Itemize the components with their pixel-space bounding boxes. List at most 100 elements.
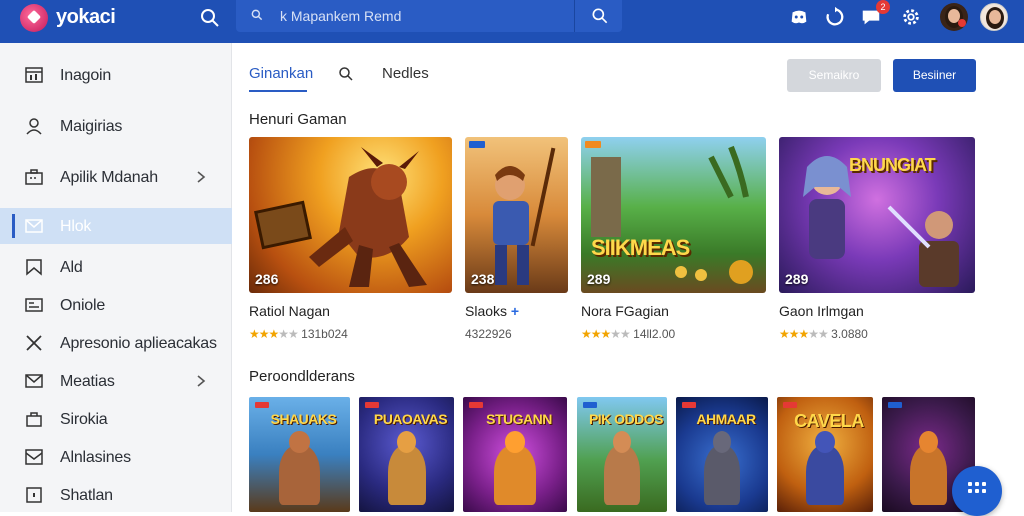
sidebar-item-shatlan[interactable]: Shatlan (0, 477, 232, 513)
grid-dot (982, 482, 986, 486)
primary-button[interactable]: Besiiner (893, 59, 976, 92)
game-tile[interactable]: STUGANN (463, 397, 567, 512)
settings-gear-icon[interactable] (900, 6, 922, 28)
game-tile[interactable]: PIK ODDOS (577, 397, 667, 512)
card-rating: ★★★★★ 14ll2.00 (581, 327, 675, 341)
sidebar: Inagoin Maigirias Apilik Mdanah Hlok Ald… (0, 43, 232, 512)
secondary-button[interactable]: Semaikro (787, 59, 881, 92)
card-rating: ★★★★★ 3.0880 (779, 327, 868, 341)
card-title[interactable]: Gaon Irlmgan (779, 303, 864, 319)
game-art (591, 145, 753, 284)
user-avatar[interactable] (940, 3, 968, 31)
app-brand[interactable]: yokaci (56, 6, 116, 29)
card-icon (25, 298, 43, 312)
square-icon (26, 487, 42, 503)
tile-tag (888, 402, 902, 408)
sidebar-item-label: Apresonio aplieacakas (60, 335, 217, 352)
rating-stars-icon: ★★★★★ (779, 327, 829, 341)
sidebar-item-label: Meatias (60, 373, 115, 390)
game-card[interactable]: 238 (465, 137, 568, 293)
dashboard-icon (25, 67, 43, 83)
card-title[interactable]: Ratiol Nagan (249, 303, 330, 319)
discord-icon[interactable] (788, 6, 810, 28)
rating-text: 131b024 (301, 327, 348, 341)
game-tile[interactable]: CAVELA (777, 397, 873, 512)
user-icon (26, 118, 42, 135)
sidebar-item-label: Hlok (60, 218, 92, 235)
search-bar[interactable]: k Mapankem Remd (236, 0, 622, 32)
plus-icon[interactable]: + (511, 303, 519, 319)
tile-tag (783, 402, 797, 408)
card-count: 289 (785, 271, 809, 287)
sidebar-item-inagoin[interactable]: Inagoin (0, 57, 232, 93)
inbox-icon (25, 449, 43, 465)
grid-dot (982, 489, 986, 493)
card-title[interactable]: Nora FGagian (581, 303, 669, 319)
tab-nedles[interactable]: Nedles (382, 65, 429, 82)
search-icon[interactable] (198, 6, 222, 30)
chevron-right-icon (197, 171, 206, 183)
search-field-icon (251, 9, 263, 21)
sidebar-item-label: Ald (60, 259, 83, 276)
rating-text: 4322926 (465, 327, 512, 341)
tile-title: STUGANN (486, 411, 552, 427)
tile-character (279, 445, 320, 505)
search-divider (574, 0, 575, 32)
rating-text: 3.0880 (831, 327, 868, 341)
grid-dot (968, 489, 972, 493)
tile-character (703, 445, 741, 505)
sidebar-item-apilik[interactable]: Apilik Mdanah (0, 159, 232, 195)
envelope-icon (25, 374, 43, 388)
game-art (493, 147, 556, 285)
game-tile[interactable]: PUAOAVAS (359, 397, 454, 512)
active-tab-indicator (249, 90, 307, 92)
section-title-recommended: Peroondlderans (249, 368, 355, 385)
sidebar-item-label: Maigirias (60, 118, 123, 135)
tile-tag (365, 402, 379, 408)
card-rating: ★★★★★ 131b024 (249, 327, 348, 341)
sidebar-item-maigirias[interactable]: Maigirias (0, 108, 232, 144)
game-art (254, 147, 427, 287)
game-card[interactable]: 286 (249, 137, 452, 293)
section-title-featured: Henuri Gaman (249, 111, 347, 128)
rating-stars-icon: ★★★★★ (249, 327, 299, 341)
sidebar-item-label: Sirokia (60, 411, 108, 428)
sidebar-item-hlok[interactable]: Hlok (0, 208, 232, 244)
game-tile[interactable]: SHAUAKS (249, 397, 350, 512)
tile-character (805, 445, 845, 505)
briefcase-icon (25, 169, 43, 185)
app-logo-icon[interactable] (20, 4, 48, 32)
main-content: Ginankan Nedles Semaikro Besiiner Henuri… (233, 43, 1024, 512)
profile-avatar[interactable] (980, 3, 1008, 31)
game-card[interactable]: BNUNGIAT 289 (779, 137, 975, 293)
tile-character (387, 445, 426, 505)
search-icon[interactable] (337, 65, 355, 83)
notification-badge: 2 (876, 0, 890, 14)
sidebar-item-sirokia[interactable]: Sirokia (0, 401, 232, 437)
sidebar-item-ald[interactable]: Ald (0, 249, 232, 285)
card-count: 286 (255, 271, 279, 287)
tab-ginankan[interactable]: Ginankan (249, 65, 313, 82)
tile-tag (255, 402, 269, 408)
sidebar-item-meatias[interactable]: Meatias (0, 363, 232, 399)
game-card[interactable]: SIIKMEAS 289 (581, 137, 766, 293)
sidebar-item-oniole[interactable]: Oniole (0, 287, 232, 323)
card-count: 238 (471, 271, 495, 287)
search-input[interactable]: k Mapankem Remd (280, 8, 401, 24)
tile-title: SHAUAKS (270, 411, 337, 427)
apps-grid-button[interactable] (952, 466, 1002, 516)
top-bar: yokaci k Mapankem Remd 2 (0, 0, 1024, 43)
search-submit-icon[interactable] (590, 6, 610, 26)
grid-dot (975, 482, 979, 486)
sidebar-item-apresonio[interactable]: Apresonio aplieacakas (0, 325, 232, 361)
bookmark-icon (26, 259, 42, 276)
game-tile[interactable]: AHMAAR (676, 397, 768, 512)
card-art-title: BNUNGIAT (849, 155, 936, 175)
sidebar-item-alnlasines[interactable]: Alnlasines (0, 439, 232, 475)
tile-title: CAVELA (794, 411, 864, 431)
tile-title: PUAOAVAS (373, 411, 448, 427)
sidebar-item-label: Apilik Mdanah (60, 169, 158, 186)
refresh-icon[interactable] (824, 6, 846, 28)
bag-icon (26, 412, 42, 427)
card-title[interactable]: Slaoks + (465, 303, 519, 319)
